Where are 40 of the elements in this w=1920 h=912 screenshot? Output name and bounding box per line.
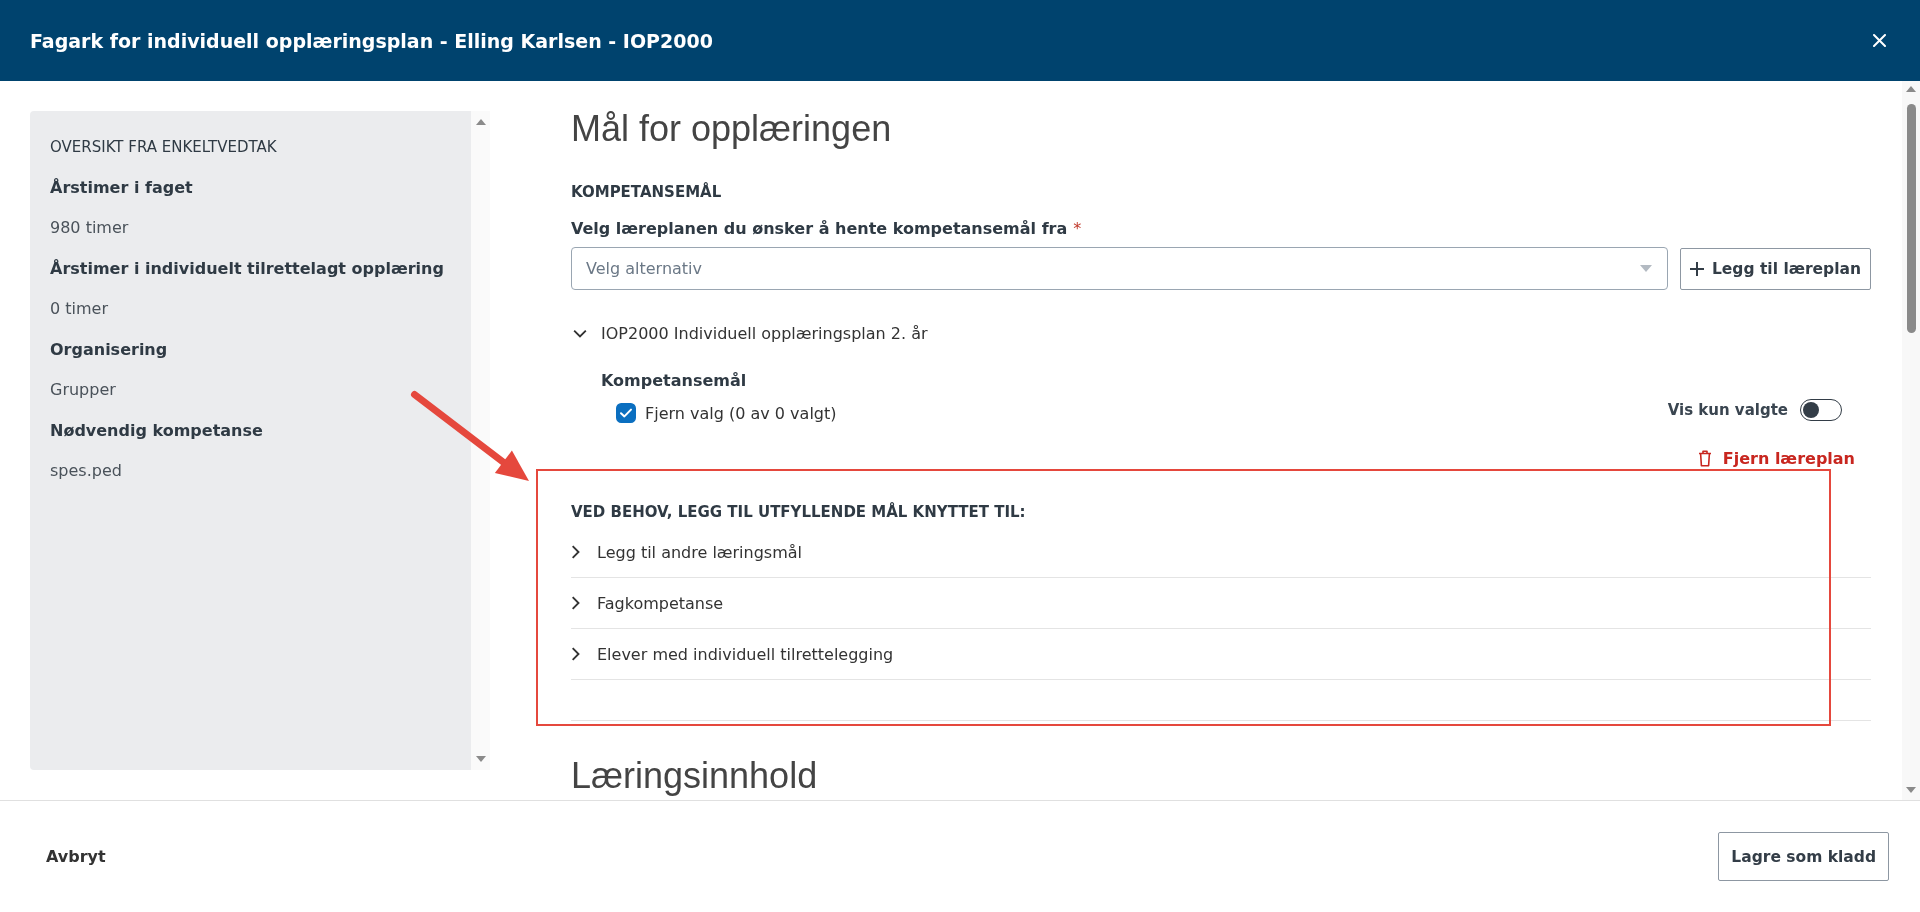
add-curriculum-button[interactable]: Legg til læreplan [1679, 248, 1871, 290]
subsection-heading: KOMPETANSEMÅL [571, 182, 723, 202]
field-label: Nødvendig kompetanse [50, 420, 264, 441]
close-button[interactable] [1873, 34, 1886, 47]
trash-icon [1697, 449, 1712, 467]
field-value: Grupper [50, 380, 117, 400]
toggle-label[interactable]: Vis kun valgte [1667, 401, 1788, 419]
scroll-down-icon[interactable] [475, 756, 486, 762]
select-field[interactable]: Velg alternativ [571, 247, 1668, 290]
accordion-row[interactable]: Fagkompetanse [571, 578, 1871, 629]
list-heading: Kompetansemål [601, 370, 748, 392]
accordion-row[interactable]: Legg til andre læringsmål [571, 527, 1871, 578]
cancel-button[interactable]: Avbryt [46, 847, 106, 866]
field-label: Årstimer i faget [50, 177, 194, 198]
required-mark: * [1073, 219, 1082, 239]
field-value: 0 timer [50, 299, 109, 319]
section-title: Mål for opplæringen [571, 108, 893, 150]
curriculum-toggle[interactable]: IOP2000 Individuell opplæringsplan 2. år [571, 321, 928, 345]
field-label: Organisering [50, 339, 169, 360]
plus-icon [1689, 262, 1704, 276]
field-value: 980 timer [50, 218, 130, 238]
scrollbar-thumb[interactable] [1906, 104, 1916, 333]
close-icon [1873, 34, 1886, 47]
field-value: spes.ped [50, 461, 123, 481]
checkbox[interactable] [616, 403, 636, 423]
window-title: Fagark for individuell opplæringsplan - Elling Karlsen - IOP2000 [30, 29, 713, 52]
scroll-down-icon[interactable] [1906, 787, 1916, 793]
panel-heading: OVERSIKT FRA ENKELTVEDTAK [50, 137, 278, 157]
subsection-heading: VED BEHOV, LEGG TIL UTFYLLENDE MÅL KNYTTET TIL: [571, 502, 1027, 522]
caret-icon [1639, 265, 1652, 272]
remove-curriculum-button[interactable]: Fjern læreplan [1697, 447, 1855, 469]
scroll-up-icon[interactable] [1906, 86, 1916, 92]
section-title: Læringsinnhold [571, 756, 819, 795]
field-label: Velg læreplanen du ønsker å hente kompetansemål fra [571, 219, 1068, 239]
checkbox-label[interactable]: Fjern valg (0 av 0 valgt) [645, 403, 837, 423]
save-draft-button[interactable]: Lagre som kladd [1718, 832, 1889, 881]
toggle-switch[interactable] [1800, 399, 1842, 421]
scroll-up-icon[interactable] [475, 119, 486, 125]
field-label: Årstimer i individuelt tilrettelagt opplæring [50, 258, 445, 279]
accordion-row[interactable]: Elever med individuell tilrettelegging [571, 629, 1871, 680]
